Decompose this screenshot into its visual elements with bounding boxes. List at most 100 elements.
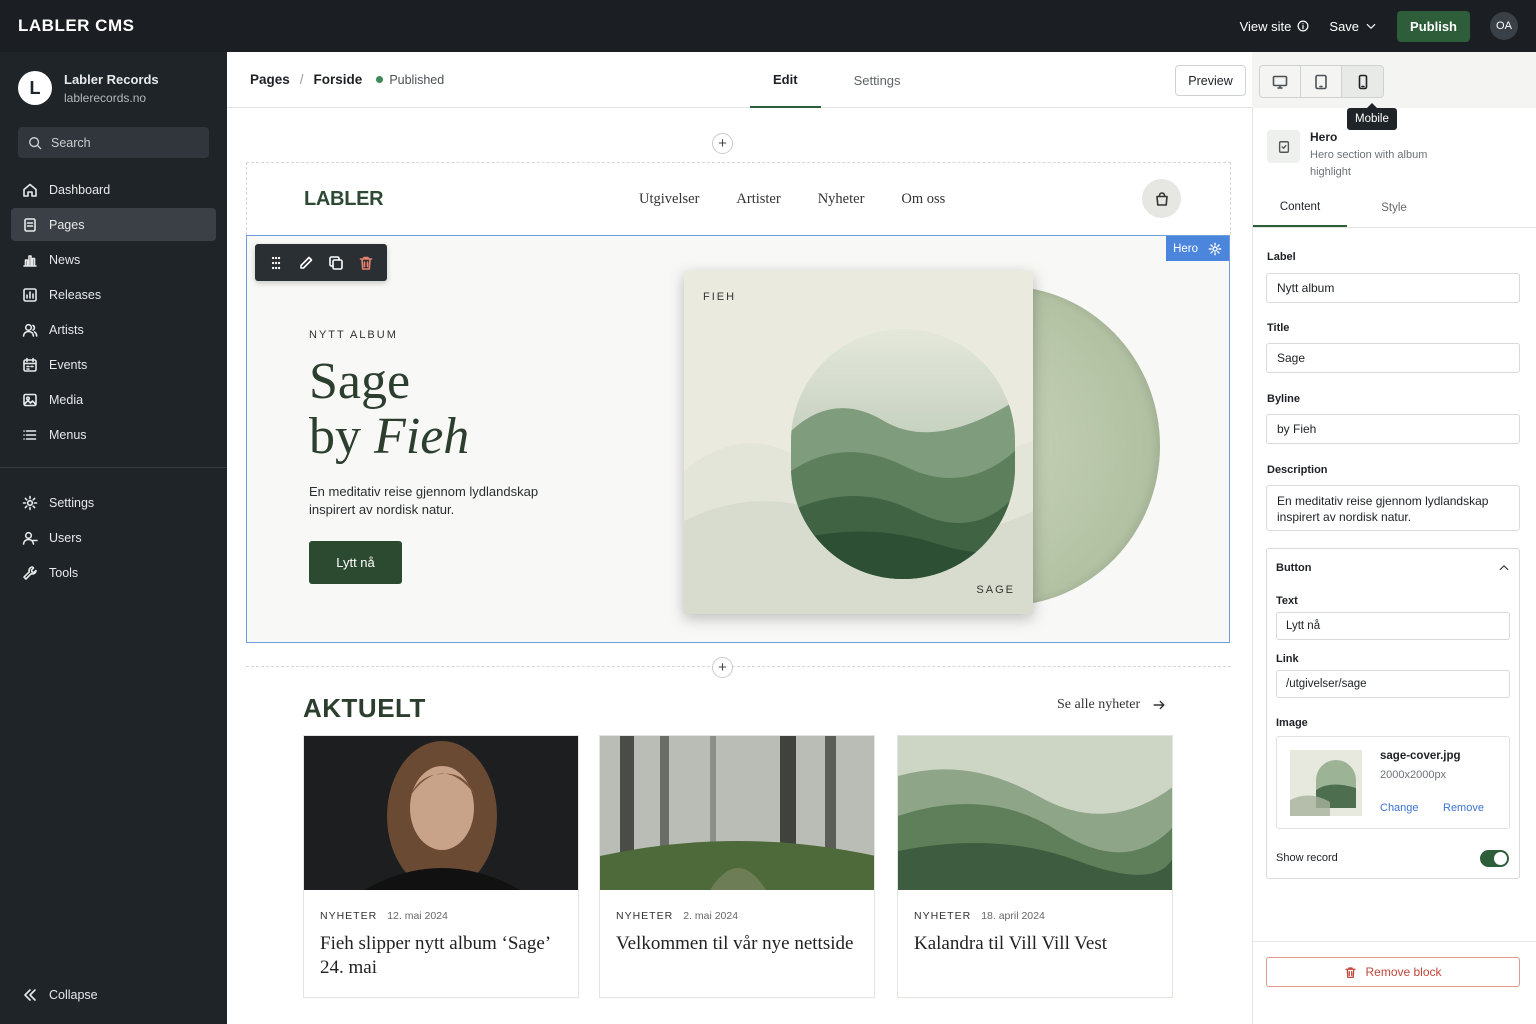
block-inspector-panel: Hero Hero section with album highlight C…	[1252, 108, 1536, 1024]
site-domain: lablerecords.no	[64, 90, 147, 105]
album-artwork	[684, 271, 1033, 614]
panel-tabs: Content Style	[1253, 188, 1536, 228]
see-all-news-link[interactable]: Se alle nyheter	[1057, 697, 1166, 713]
sidebar-item-label: News	[49, 252, 81, 267]
sidebar-item-users[interactable]: Users	[11, 521, 216, 554]
desktop-view-button[interactable]	[1260, 66, 1301, 97]
sidebar-item-label: Media	[49, 392, 84, 407]
change-image-link[interactable]: Change	[1380, 802, 1419, 814]
editor-tabs: Edit Settings	[750, 52, 934, 108]
view-site-link[interactable]: View site	[1240, 19, 1310, 34]
news-category: NYHETER	[320, 910, 378, 922]
tab-settings[interactable]: Settings	[831, 52, 924, 108]
chevron-up-icon	[1499, 565, 1509, 571]
hero-cta-button[interactable]: Lytt nå	[309, 541, 402, 584]
byline-field[interactable]: by Fieh	[1266, 414, 1520, 444]
wrench-icon	[23, 565, 37, 580]
news-card[interactable]: NYHETER 12. mai 2024 Fieh slipper nytt a…	[303, 735, 579, 998]
sidebar-item-settings[interactable]: Settings	[11, 486, 216, 519]
releases-icon	[23, 287, 37, 302]
tab-style[interactable]: Style	[1347, 188, 1441, 227]
news-icon	[23, 254, 37, 267]
edit-pencil-icon[interactable]	[298, 255, 314, 271]
cart-button[interactable]	[1142, 179, 1181, 218]
breadcrumb-pages[interactable]: Pages	[250, 72, 290, 87]
sidebar: L Labler Records lablerecords.no Search …	[0, 52, 227, 1024]
save-button[interactable]: Save	[1329, 19, 1377, 34]
site-nav-link[interactable]: Nyheter	[818, 191, 865, 208]
show-record-label: Show record	[1276, 852, 1338, 864]
sidebar-item-dashboard[interactable]: Dashboard	[11, 173, 216, 206]
news-card-title: Fieh slipper nytt album ‘Sage’ 24. mai	[320, 933, 550, 978]
trash-icon[interactable]	[358, 255, 374, 271]
add-block-button[interactable]: +	[712, 657, 733, 678]
button-link-label: Link	[1276, 653, 1299, 665]
duplicate-icon[interactable]	[328, 255, 344, 271]
site-header-block[interactable]: LABLER Utgivelser Artister Nyheter Om os…	[246, 162, 1231, 235]
image-filename: sage-cover.jpg	[1380, 750, 1461, 762]
sidebar-item-releases[interactable]: Releases	[11, 278, 216, 311]
sidebar-item-media[interactable]: Media	[11, 383, 216, 416]
save-label: Save	[1329, 18, 1360, 34]
tablet-view-button[interactable]	[1301, 66, 1342, 97]
mobile-view-button[interactable]	[1342, 66, 1383, 97]
site-nav-link[interactable]: Artister	[736, 191, 780, 208]
collapse-label: Collapse	[49, 988, 98, 1002]
sidebar-item-label: Dashboard	[49, 182, 111, 197]
section-divider	[246, 666, 1231, 667]
remove-image-link[interactable]: Remove	[1443, 802, 1484, 814]
search-input[interactable]: Search	[18, 127, 209, 158]
sidebar-item-label: Users	[49, 530, 82, 545]
sidebar-item-news[interactable]: News	[11, 243, 216, 276]
search-placeholder: Search	[51, 135, 91, 150]
add-block-button[interactable]: +	[712, 133, 733, 154]
tab-content[interactable]: Content	[1253, 188, 1347, 227]
image-picker: sage-cover.jpg 2000x2000px Change Remove	[1276, 736, 1510, 829]
sidebar-item-menus[interactable]: Menus	[11, 418, 216, 451]
album-art-artist: FIEH	[703, 291, 737, 303]
show-record-toggle[interactable]	[1480, 850, 1509, 867]
sidebar-item-artists[interactable]: Artists	[11, 313, 216, 346]
news-card[interactable]: NYHETER 18. april 2024 Kalandra til Vill…	[897, 735, 1173, 998]
sidebar-divider	[0, 467, 227, 468]
title-field[interactable]: Sage	[1266, 343, 1520, 373]
label-field-label: Label	[1267, 251, 1296, 263]
site-nav-link[interactable]: Utgivelser	[639, 191, 699, 208]
hero-block-selected[interactable]: FIEH SAGE Hero NYTT ALBUM Sage by Fieh E…	[246, 235, 1230, 643]
preview-button[interactable]: Preview	[1175, 65, 1246, 96]
site-nav-links: Utgivelser Artister Nyheter Om oss	[639, 191, 945, 208]
sidebar-item-label: Tools	[49, 565, 79, 580]
button-link-field[interactable]: /utgivelser/sage	[1276, 670, 1510, 698]
block-type-label: Hero	[1173, 242, 1198, 255]
tab-edit[interactable]: Edit	[750, 52, 821, 108]
user-avatar[interactable]: OA	[1490, 12, 1518, 40]
menu-icon	[23, 429, 37, 440]
panel-footer-divider	[1253, 941, 1536, 942]
news-category: NYHETER	[914, 910, 972, 922]
news-date: 2. mai 2024	[683, 910, 739, 922]
block-type-tag[interactable]: Hero	[1166, 236, 1229, 261]
sidebar-item-tools[interactable]: Tools	[11, 556, 216, 589]
collapse-sidebar-button[interactable]: Collapse	[11, 980, 109, 1010]
block-settings-gear-icon[interactable]	[1208, 242, 1222, 256]
drag-handle-icon[interactable]	[268, 255, 284, 271]
page-canvas: + LABLER Utgivelser Artister Nyheter Om …	[246, 108, 1231, 1024]
site-nav-link[interactable]: Om oss	[901, 191, 945, 208]
button-text-field[interactable]: Lytt nå	[1276, 612, 1510, 640]
news-card-meta: NYHETER 12. mai 2024	[304, 890, 578, 922]
calendar-icon	[23, 357, 37, 372]
album-cover-image: FIEH SAGE	[684, 271, 1033, 614]
site-switcher[interactable]: L Labler Records lablerecords.no	[0, 52, 227, 105]
image-label: Image	[1276, 717, 1308, 729]
publish-button[interactable]: Publish	[1397, 10, 1470, 42]
sidebar-item-pages[interactable]: Pages	[11, 208, 216, 241]
image-thumbnail	[1290, 750, 1362, 816]
news-card[interactable]: NYHETER 2. mai 2024 Velkommen til vår ny…	[599, 735, 875, 998]
breadcrumb-separator: /	[299, 72, 304, 87]
description-field[interactable]: En meditativ reise gjennom lydlandskap i…	[1266, 485, 1520, 531]
label-field[interactable]: Nytt album	[1266, 273, 1520, 303]
sidebar-item-events[interactable]: Events	[11, 348, 216, 381]
artists-icon	[22, 323, 38, 337]
collapse-group-button[interactable]	[1498, 562, 1510, 574]
remove-block-button[interactable]: Remove block	[1266, 957, 1520, 987]
